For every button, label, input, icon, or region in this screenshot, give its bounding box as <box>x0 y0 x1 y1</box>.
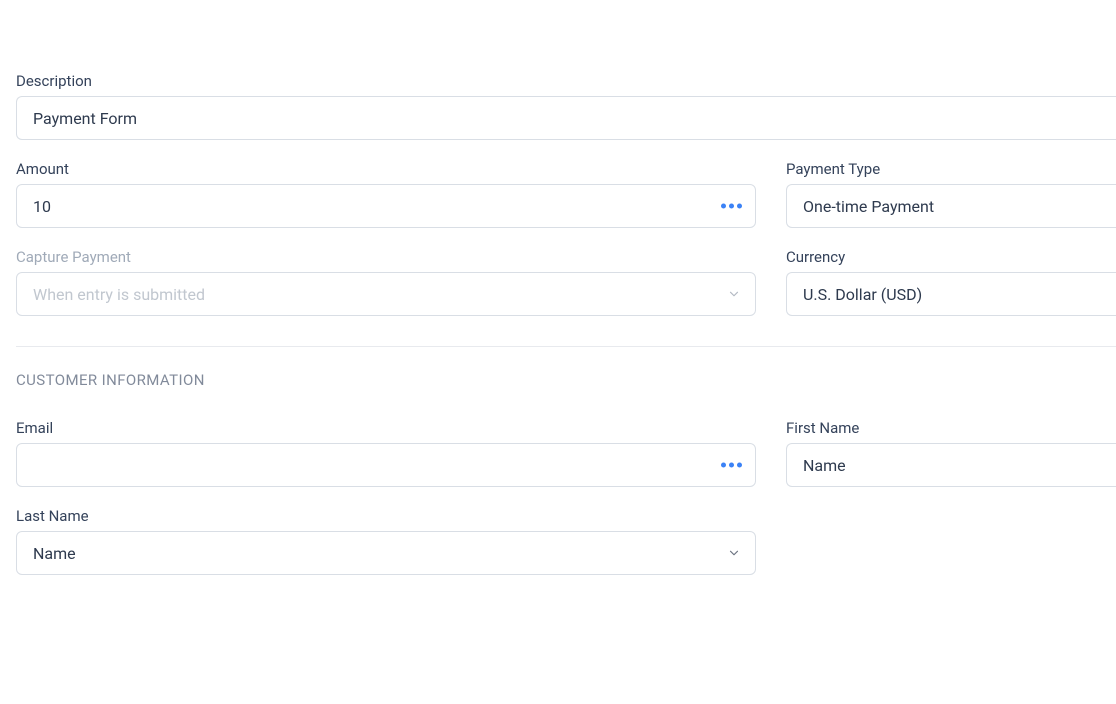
description-label: Description <box>16 72 1116 90</box>
dot-icon <box>729 463 734 468</box>
first-name-select[interactable]: Name <box>786 443 1116 487</box>
customer-info-heading: CUSTOMER INFORMATION <box>16 371 1116 389</box>
dot-icon <box>737 463 742 468</box>
first-name-field: First Name Name <box>786 419 1116 487</box>
last-name-value: Name <box>33 544 76 563</box>
chevron-down-icon <box>727 546 741 560</box>
capture-payment-field: Capture Payment When entry is submitted <box>16 248 756 316</box>
amount-input[interactable] <box>16 184 756 228</box>
currency-value: U.S. Dollar (USD) <box>803 285 922 304</box>
description-field: Description <box>16 72 1116 140</box>
section-divider <box>16 346 1116 347</box>
currency-label: Currency <box>786 248 1116 266</box>
currency-field: Currency U.S. Dollar (USD) <box>786 248 1116 316</box>
dot-icon <box>729 204 734 209</box>
currency-select[interactable]: U.S. Dollar (USD) <box>786 272 1116 316</box>
chevron-down-icon <box>727 287 741 301</box>
capture-payment-select: When entry is submitted <box>16 272 756 316</box>
description-input[interactable] <box>16 96 1116 140</box>
amount-field: Amount <box>16 160 756 228</box>
email-merge-tag-button[interactable] <box>717 459 746 472</box>
capture-payment-value: When entry is submitted <box>33 285 205 304</box>
first-name-value: Name <box>803 456 846 475</box>
payment-type-field: Payment Type One-time Payment <box>786 160 1116 228</box>
last-name-select[interactable]: Name <box>16 531 756 575</box>
dot-icon <box>721 204 726 209</box>
last-name-label: Last Name <box>16 507 756 525</box>
dot-icon <box>737 204 742 209</box>
payment-type-label: Payment Type <box>786 160 1116 178</box>
payment-type-select[interactable]: One-time Payment <box>786 184 1116 228</box>
amount-label: Amount <box>16 160 756 178</box>
first-name-label: First Name <box>786 419 1116 437</box>
amount-merge-tag-button[interactable] <box>717 200 746 213</box>
payment-type-value: One-time Payment <box>803 197 934 216</box>
email-field: Email <box>16 419 756 487</box>
dot-icon <box>721 463 726 468</box>
email-input[interactable] <box>16 443 756 487</box>
last-name-field: Last Name Name <box>16 507 756 575</box>
email-label: Email <box>16 419 756 437</box>
capture-payment-label: Capture Payment <box>16 248 756 266</box>
